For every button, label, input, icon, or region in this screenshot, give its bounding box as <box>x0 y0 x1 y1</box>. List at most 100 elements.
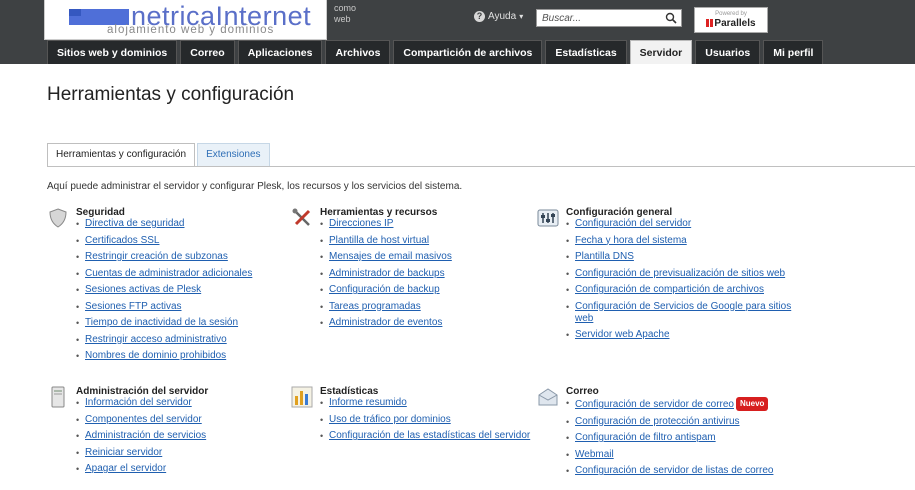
tool-link[interactable]: Administrador de backups <box>329 268 445 279</box>
tool-link[interactable]: Certificados SSL <box>85 235 159 246</box>
tool-link[interactable]: Sesiones activas de Plesk <box>85 284 201 295</box>
nav-tab-5[interactable]: Estadísticas <box>545 40 627 64</box>
tool-link[interactable]: Fecha y hora del sistema <box>575 235 687 246</box>
company-logo[interactable]: netricaInternet alojamiento web y domini… <box>44 0 327 40</box>
list-item: Configuración de compartición de archivo… <box>566 284 796 296</box>
tool-link[interactable]: Tareas programadas <box>329 301 421 312</box>
tool-link[interactable]: Componentes del servidor <box>85 414 202 425</box>
tool-link[interactable]: Nombres de dominio prohibidos <box>85 350 226 361</box>
list-item: Configuración de servidor de correoNuevo <box>566 397 796 411</box>
settings-icon <box>537 207 559 229</box>
top-header: netricaInternet alojamiento web y domini… <box>0 0 915 64</box>
bar-chart-icon <box>291 386 313 408</box>
tool-link[interactable]: Mensajes de email masivos <box>329 251 452 262</box>
help-label: Ayuda <box>488 11 517 22</box>
section-title: Herramientas y recursos <box>320 207 438 218</box>
tool-link[interactable]: Restringir creación de subzonas <box>85 251 228 262</box>
tool-link[interactable]: Configuración de Servicios de Google par… <box>575 301 791 324</box>
list-item: Restringir acceso administrativo <box>76 334 306 346</box>
tool-link[interactable]: Configuración de protección antivirus <box>575 416 740 427</box>
subtab-0[interactable]: Herramientas y configuración <box>47 143 196 166</box>
subtab-1[interactable]: Extensiones <box>197 143 270 166</box>
page-title: Herramientas y configuración <box>47 84 295 105</box>
tool-link[interactable]: Configuración de backup <box>329 284 440 295</box>
list-item: Configuración de servidor de listas de c… <box>566 465 796 477</box>
tool-link[interactable]: Configuración de servidor de listas de c… <box>575 465 773 476</box>
list-item: Configuración de backup <box>320 284 550 296</box>
tool-link[interactable]: Webmail <box>575 449 614 460</box>
parallels-logo-mark-2 <box>710 19 714 27</box>
nav-tab-8[interactable]: Mi perfil <box>763 40 824 64</box>
section-links: Directiva de seguridad Certificados SSL Re… <box>76 218 306 367</box>
tool-link[interactable]: Plantilla DNS <box>575 251 634 262</box>
tool-link[interactable]: Configuración de servidor de correo <box>575 399 734 410</box>
main-nav: Sitios web y dominios Correo Aplicaciones A… <box>47 40 826 64</box>
section-title: Correo <box>566 386 599 397</box>
tool-link[interactable]: Direcciones IP <box>329 218 393 229</box>
logo-mark <box>69 9 129 25</box>
parallels-logo-mark <box>706 19 710 27</box>
list-item: Tareas programadas <box>320 301 550 313</box>
search-input[interactable]: Buscar... <box>536 9 682 27</box>
section-title: Seguridad <box>76 207 125 218</box>
list-item: Componentes del servidor <box>76 414 306 426</box>
list-item: Plantilla DNS <box>566 251 796 263</box>
envelope-icon <box>537 386 559 408</box>
list-item: Nombres de dominio prohibidos <box>76 350 306 362</box>
tool-link[interactable]: Sesiones FTP activas <box>85 301 182 312</box>
list-item: Sesiones activas de Plesk <box>76 284 306 296</box>
section-links: Informe resumido Uso de tráfico por domin… <box>320 397 550 447</box>
chevron-down-icon: ▾ <box>519 12 524 21</box>
shield-icon <box>47 207 69 229</box>
tool-link[interactable]: Tiempo de inactividad de la sesión <box>85 317 238 328</box>
tab-divider <box>47 166 915 167</box>
tool-link[interactable]: Apagar el servidor <box>85 463 166 474</box>
search-placeholder: Buscar... <box>542 13 582 24</box>
nav-tab-4[interactable]: Compartición de archivos <box>393 40 543 64</box>
list-item: Administrador de eventos <box>320 317 550 329</box>
motto-line-1: como <box>334 3 357 13</box>
list-item: Administrador de backups <box>320 268 550 280</box>
list-item: Uso de tráfico por dominios <box>320 414 550 426</box>
tool-link[interactable]: Administrador de eventos <box>329 317 442 328</box>
section-title: Configuración general <box>566 207 673 218</box>
list-item: Configuración del servidor <box>566 218 796 230</box>
nav-tab-1[interactable]: Correo <box>180 40 235 64</box>
list-item: Direcciones IP <box>320 218 550 230</box>
nav-tab-3[interactable]: Archivos <box>325 40 391 64</box>
nav-tab-0[interactable]: Sitios web y dominios <box>47 40 178 64</box>
server-icon <box>47 386 69 408</box>
tool-link[interactable]: Configuración de compartición de archivo… <box>575 284 764 295</box>
list-item: Webmail <box>566 449 796 461</box>
tool-link[interactable]: Servidor web Apache <box>575 329 670 340</box>
powered-by-text: Powered by <box>715 11 747 17</box>
tool-link[interactable]: Configuración de filtro antispam <box>575 432 716 443</box>
nav-tab-6[interactable]: Servidor <box>629 40 693 64</box>
help-menu[interactable]: ? Ayuda ▾ <box>474 11 523 22</box>
tool-link[interactable]: Configuración de las estadísticas del se… <box>329 430 530 441</box>
section-links: Direcciones IP Plantilla de host virtual M… <box>320 218 550 334</box>
tool-link[interactable]: Configuración del servidor <box>575 218 691 229</box>
tool-link[interactable]: Restringir acceso administrativo <box>85 334 227 345</box>
nav-tab-2[interactable]: Aplicaciones <box>237 40 323 64</box>
tool-link[interactable]: Uso de tráfico por dominios <box>329 414 451 425</box>
list-item: Mensajes de email masivos <box>320 251 550 263</box>
tool-link[interactable]: Información del servidor <box>85 397 192 408</box>
tool-link[interactable]: Reiniciar servidor <box>85 447 162 458</box>
list-item: Apagar el servidor <box>76 463 306 475</box>
list-item: Restringir creación de subzonas <box>76 251 306 263</box>
tool-link[interactable]: Administración de servicios <box>85 430 206 441</box>
sub-tabs: Herramientas y configuración Extensiones <box>47 143 272 166</box>
section-links: Configuración de servidor de correoNuevo… <box>566 397 796 482</box>
list-item: Configuración de Servicios de Google par… <box>566 301 796 325</box>
list-item: Directiva de seguridad <box>76 218 306 230</box>
tool-link[interactable]: Plantilla de host virtual <box>329 235 429 246</box>
tool-link[interactable]: Directiva de seguridad <box>85 218 185 229</box>
section-title: Administración del servidor <box>76 386 209 397</box>
section-title: Estadísticas <box>320 386 379 397</box>
tool-link[interactable]: Cuentas de administrador adicionales <box>85 268 252 279</box>
tool-link[interactable]: Configuración de previsualización de sit… <box>575 268 785 279</box>
tool-link[interactable]: Informe resumido <box>329 397 407 408</box>
nav-tab-7[interactable]: Usuarios <box>695 40 761 64</box>
search-icon[interactable] <box>665 12 677 24</box>
